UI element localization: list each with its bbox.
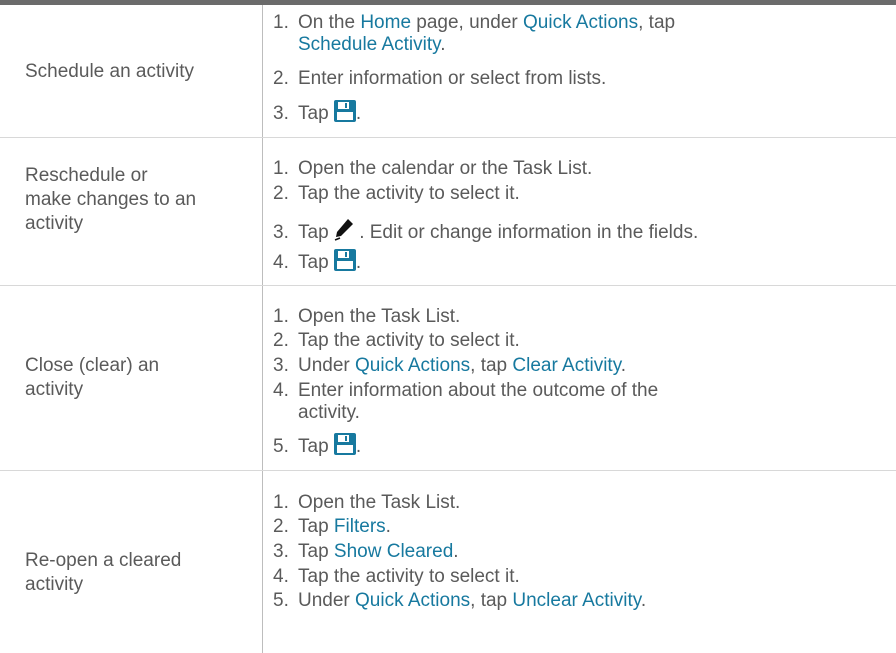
quick-actions-link[interactable]: Quick Actions [355,590,470,611]
quick-actions-link[interactable]: Quick Actions [355,355,470,376]
step-item: 2. Tap the activity to select it. [273,183,520,204]
table-header-bar [0,0,896,5]
edit-pencil-icon[interactable] [334,219,354,247]
row-divider [0,137,896,138]
step-item: 4. Enter information about the outcome of… [273,380,659,423]
filters-link[interactable]: Filters [334,516,386,537]
row-divider [0,285,896,286]
home-link[interactable]: Home [360,12,411,33]
step-item: 3. Tap Show Cleared. [273,541,459,562]
step-item: 2. Tap Filters. [273,516,391,537]
show-cleared-link[interactable]: Show Cleared [334,541,453,562]
save-icon[interactable] [333,433,356,461]
save-icon[interactable] [333,100,356,128]
task-label: Re-open a cleared activity [25,550,182,595]
step-item: 3. Tap . Edit or change information in th… [273,219,698,247]
column-divider [262,5,263,653]
step-item: 5. Under Quick Actions, tap Unclear Activ… [273,590,647,611]
clear-activity-link[interactable]: Clear Activity [512,355,620,376]
step-item: 1. Open the Task List. [273,306,461,327]
step-item: 3. Tap . [273,100,361,128]
row-divider [0,470,896,471]
step-item: 1. Open the calendar or the Task List. [273,158,593,179]
unclear-activity-link[interactable]: Unclear Activity [512,590,640,611]
step-item: 4. Tap . [273,249,361,277]
task-label: Schedule an activity [25,61,194,82]
schedule-activity-link[interactable]: Schedule Activity [298,34,440,55]
step-item: 1. On the Home page, under Quick Actions,… [273,12,676,55]
task-label: Close (clear) an activity [25,355,160,400]
step-item: 1. Open the Task List. [273,492,461,513]
step-item: 2. Tap the activity to select it. [273,330,520,351]
save-icon[interactable] [333,249,356,277]
step-item: 2. Enter information or select from lists… [273,68,607,89]
step-item: 3. Under Quick Actions, tap Clear Activit… [273,355,627,376]
quick-actions-link[interactable]: Quick Actions [523,12,638,33]
step-item: 5. Tap . [273,433,361,461]
step-item: 4. Tap the activity to select it. [273,566,520,587]
task-label: Reschedule or make changes to an activit… [25,165,197,234]
